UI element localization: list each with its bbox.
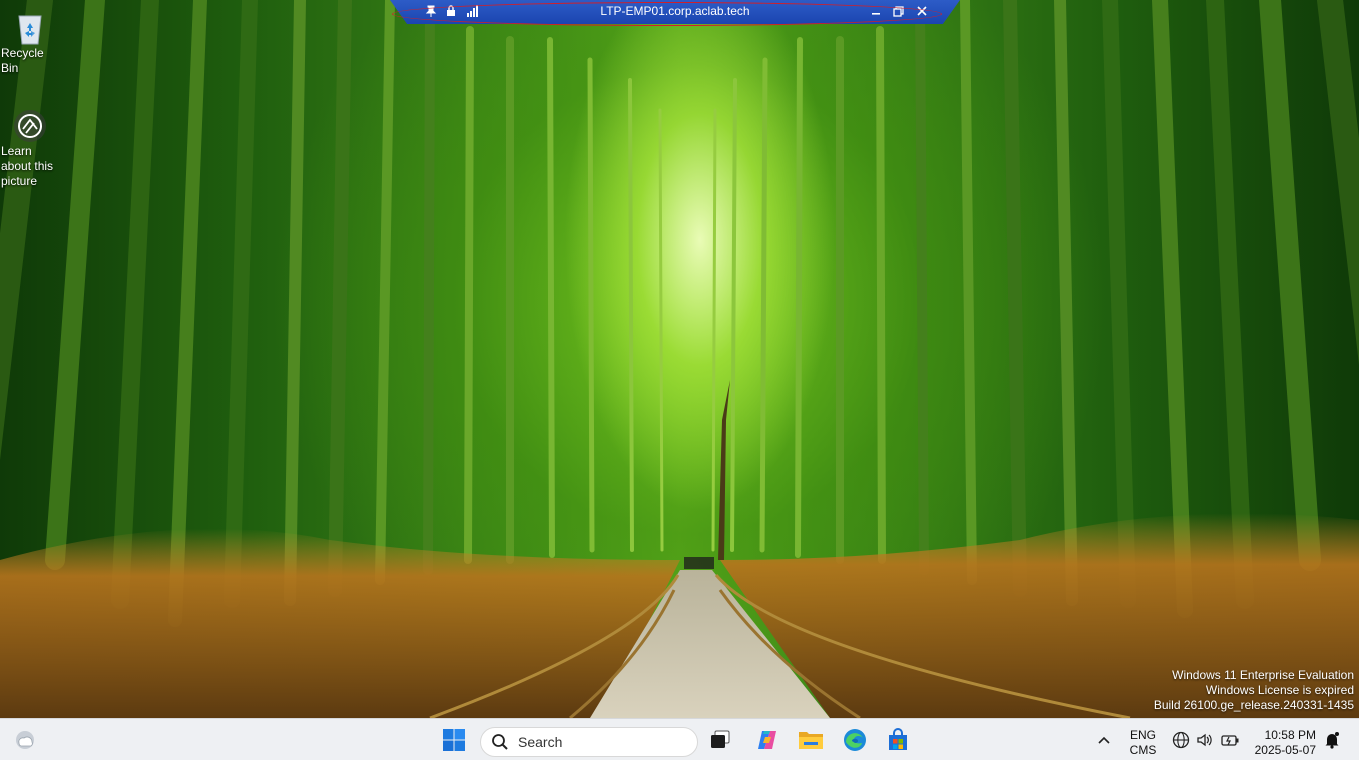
- input-language-indicator[interactable]: ENG CMS: [1125, 728, 1161, 758]
- pin-icon[interactable]: [423, 3, 439, 19]
- desktop-icon-learn-about-picture[interactable]: Learn about this picture: [0, 108, 64, 189]
- network-globe-icon: [1172, 731, 1190, 749]
- desktop-wallpaper: [0, 0, 1359, 718]
- clock[interactable]: 10:58 PM 2025-05-07: [1250, 728, 1316, 758]
- input-method-code: CMS: [1129, 743, 1157, 757]
- watermark-build: Build 26100.ge_release.240331-1435: [1153, 698, 1354, 712]
- watermark-license: Windows License is expired: [1205, 683, 1354, 697]
- lock-icon[interactable]: [443, 3, 459, 19]
- rdp-host-title: LTP-EMP01.corp.aclab.tech: [600, 4, 750, 18]
- search-placeholder: Search: [518, 734, 563, 750]
- file-explorer-button[interactable]: [795, 724, 827, 756]
- taskbar-search-box[interactable]: Search: [480, 727, 698, 757]
- windows-logo-icon: [443, 729, 465, 751]
- signal-strength-icon[interactable]: [465, 3, 481, 19]
- rdp-connection-bar[interactable]: LTP-EMP01.corp.aclab.tech: [390, 0, 960, 24]
- widgets-button[interactable]: [9, 724, 41, 756]
- chevron-up-icon: [1098, 736, 1110, 744]
- store-bag-icon: [889, 728, 907, 750]
- weather-icon: [16, 731, 34, 749]
- recycle-bin-label: Recycle Bin: [1, 46, 44, 75]
- learn-about-picture-label: Learn about this picture: [1, 144, 54, 188]
- volume-icon: [1197, 733, 1212, 747]
- clock-time: 10:58 PM: [1264, 728, 1316, 742]
- battery-icon: [1221, 735, 1239, 746]
- restore-icon[interactable]: [890, 3, 906, 19]
- windows-evaluation-watermark: Windows 11 Enterprise Evaluation Windows…: [1154, 668, 1354, 713]
- recycle-bin-icon: [12, 10, 48, 46]
- copilot-button[interactable]: [751, 724, 783, 756]
- start-button[interactable]: [438, 724, 470, 756]
- notifications-button[interactable]: [1318, 724, 1346, 756]
- minimize-icon[interactable]: [868, 3, 884, 19]
- quick-settings-button[interactable]: [1166, 724, 1246, 756]
- show-hidden-icons-button[interactable]: [1089, 724, 1119, 756]
- folder-icon: [799, 732, 823, 749]
- notification-bell-icon: [1325, 732, 1339, 749]
- task-view-button[interactable]: [704, 724, 736, 756]
- edge-icon: [844, 729, 866, 751]
- copilot-icon: [758, 731, 776, 749]
- task-view-icon: [711, 730, 730, 748]
- watermark-edition: Windows 11 Enterprise Evaluation: [1172, 668, 1354, 682]
- search-icon: [492, 734, 508, 750]
- close-icon[interactable]: [914, 3, 930, 19]
- clock-date: 2025-05-07: [1254, 743, 1316, 757]
- edge-browser-button[interactable]: [839, 724, 871, 756]
- camera-aperture-icon: [12, 108, 48, 144]
- taskbar: Search ENG CMS 10:58 PM 2025-05-07: [0, 718, 1359, 760]
- desktop-icon-recycle-bin[interactable]: Recycle Bin: [0, 10, 64, 76]
- language-code: ENG: [1129, 728, 1156, 742]
- microsoft-store-button[interactable]: [882, 724, 914, 756]
- bamboo-forest-image: [0, 0, 1359, 718]
